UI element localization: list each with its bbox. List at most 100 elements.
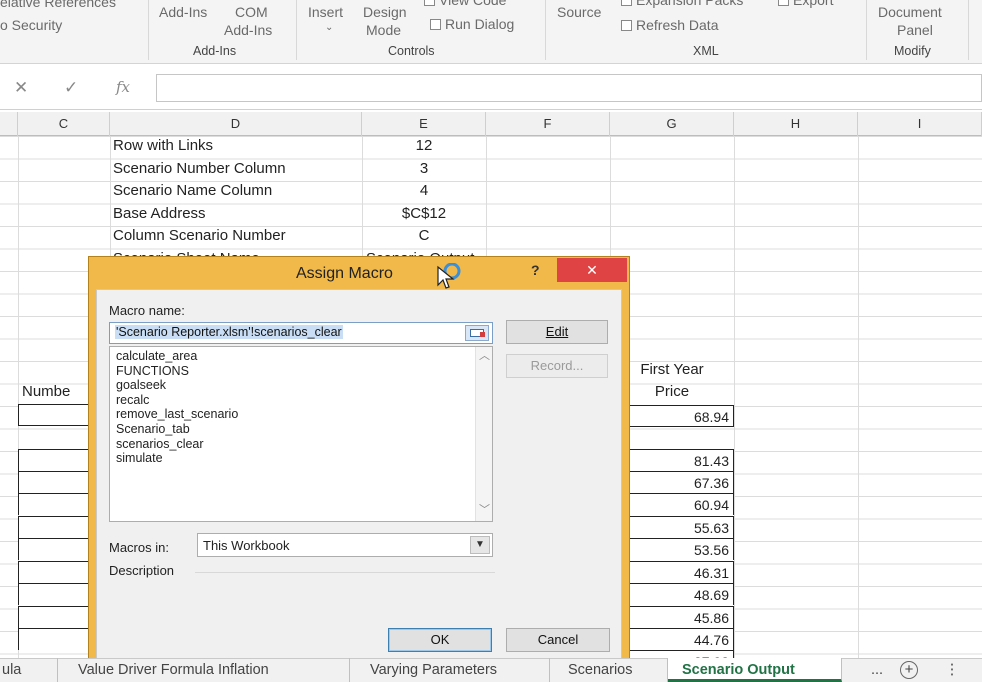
formula-input[interactable] <box>156 74 982 102</box>
expansion-packs-button[interactable]: Expansion Packs <box>621 0 743 8</box>
price-cell[interactable]: 45.86 <box>614 606 734 628</box>
macro-name-input[interactable]: 'Scenario Reporter.xlsm'!scenarios_clear <box>109 322 493 344</box>
column-header-h[interactable]: H <box>734 112 858 136</box>
macro-list-item[interactable]: goalseek <box>116 378 238 393</box>
help-icon[interactable]: ? <box>531 262 540 278</box>
assign-macro-dialog: Assign Macro ? ✕ Macro name: 'Scenario R… <box>88 256 630 668</box>
cancel-button[interactable]: Cancel <box>506 628 610 652</box>
ok-button[interactable]: OK <box>388 628 492 652</box>
dialog-title-bar[interactable]: Assign Macro ? ✕ <box>89 257 629 289</box>
macro-name-value: 'Scenario Reporter.xlsm'!scenarios_clear <box>115 325 343 339</box>
cell-label[interactable]: Row with Links <box>113 137 213 154</box>
xml-source-button[interactable]: Source <box>557 4 601 20</box>
macro-name-label: Macro name: <box>109 303 185 318</box>
mouse-cursor-icon <box>437 263 461 289</box>
price-cell[interactable]: 68.94 <box>614 405 734 427</box>
insert-control-button[interactable]: Insert <box>308 4 343 20</box>
collapse-dialog-icon[interactable] <box>465 325 489 341</box>
cell-value[interactable]: C <box>362 227 486 244</box>
confirm-entry-icon[interactable]: ✓ <box>64 78 78 98</box>
record-button[interactable]: Record... <box>506 354 608 378</box>
number-header-cell[interactable]: Numbe <box>22 383 70 400</box>
sheet-tab-active[interactable]: Scenario Output <box>668 658 842 682</box>
cancel-entry-icon[interactable]: ✕ <box>14 78 28 98</box>
cell-value[interactable]: 3 <box>362 160 486 177</box>
macro-list-item[interactable]: scenarios_clear <box>116 437 238 452</box>
cell-value[interactable]: 4 <box>362 182 486 199</box>
price-cell[interactable]: 67.36 <box>614 471 734 493</box>
edit-button[interactable]: Edit <box>506 320 608 344</box>
macro-list-item[interactable]: calculate_area <box>116 349 238 364</box>
more-sheets-button[interactable]: ... <box>858 658 896 682</box>
xml-export-button[interactable]: Export <box>778 0 833 8</box>
column-header-g[interactable]: G <box>610 112 734 136</box>
macro-security-button[interactable]: o Security <box>0 17 62 33</box>
cell-label[interactable]: Column Scenario Number <box>113 227 286 244</box>
close-button[interactable]: ✕ <box>557 258 627 282</box>
controls-group-label: Controls <box>388 44 435 58</box>
description-divider <box>195 572 495 573</box>
price-cell[interactable]: 44.76 <box>614 628 734 650</box>
cell-value[interactable]: 12 <box>362 137 486 154</box>
sheet-tab[interactable]: Scenarios <box>550 658 668 682</box>
column-header-f[interactable]: F <box>486 112 610 136</box>
document-panel-button[interactable]: Document <box>878 4 942 20</box>
scroll-up-icon[interactable]: ︿ <box>479 347 490 363</box>
scroll-down-icon[interactable]: ﹀ <box>479 501 490 517</box>
addins-button[interactable]: Add-Ins <box>159 4 207 20</box>
macro-list-item[interactable]: recalc <box>116 393 238 408</box>
price-cell[interactable]: 53.56 <box>614 538 734 560</box>
cell-label[interactable]: Scenario Name Column <box>113 182 272 199</box>
ribbon-separator <box>968 0 969 60</box>
run-dialog-button[interactable]: Run Dialog <box>430 16 514 32</box>
macro-list-item[interactable]: remove_last_scenario <box>116 407 238 422</box>
chevron-down-icon[interactable]: ▼ <box>470 536 490 554</box>
view-code-button[interactable]: View Code <box>424 0 506 8</box>
price-cell[interactable]: 55.63 <box>614 516 734 538</box>
refresh-data-button[interactable]: Refresh Data <box>621 17 718 33</box>
add-sheet-icon: + <box>900 661 918 679</box>
price-cell[interactable]: 37.03 <box>614 650 734 658</box>
column-header-e[interactable]: E <box>362 112 486 136</box>
macros-in-select[interactable]: This Workbook ▼ <box>197 533 493 557</box>
price-cell[interactable]: 60.94 <box>614 493 734 515</box>
column-header-c[interactable]: C <box>18 112 110 136</box>
dialog-body: Macro name: 'Scenario Reporter.xlsm'!sce… <box>96 289 622 661</box>
tab-menu-icon[interactable]: ⋮ <box>940 658 964 682</box>
view-code-icon <box>424 0 435 6</box>
column-header-d[interactable]: D <box>110 112 362 136</box>
cell-label[interactable]: Scenario Number Column <box>113 160 286 177</box>
xml-group-label: XML <box>693 44 719 58</box>
cell-label[interactable]: Base Address <box>113 205 206 222</box>
dialog-title: Assign Macro <box>296 265 393 282</box>
macro-list[interactable]: calculate_area FUNCTIONS goalseek recalc… <box>109 346 493 522</box>
chevron-down-icon: ⌄ <box>325 22 334 33</box>
relative-references-button[interactable]: elative References <box>0 0 116 10</box>
insert-function-icon[interactable]: fx <box>116 78 130 96</box>
design-mode-button[interactable]: Design <box>363 4 407 20</box>
add-sheet-button[interactable]: + <box>898 658 924 682</box>
ribbon-separator <box>296 0 297 60</box>
price-cell[interactable]: 81.43 <box>614 449 734 471</box>
sheet-tab[interactable]: Value Driver Formula Inflation <box>58 658 350 682</box>
ribbon-separator <box>866 0 867 60</box>
row-header-corner[interactable] <box>0 112 18 136</box>
com-addins-button[interactable]: COM <box>235 4 268 20</box>
macro-list-items: calculate_area FUNCTIONS goalseek recalc… <box>116 349 238 466</box>
macro-list-item[interactable]: simulate <box>116 451 238 466</box>
ribbon: elative References o Security Add-Ins CO… <box>0 0 982 64</box>
expansion-packs-icon <box>621 0 632 6</box>
macro-list-item[interactable]: FUNCTIONS <box>116 364 238 379</box>
cell-value[interactable]: $C$12 <box>362 205 486 222</box>
modify-group-label: Modify <box>894 44 931 58</box>
column-header-i[interactable]: I <box>858 112 982 136</box>
macro-list-item[interactable]: Scenario_tab <box>116 422 238 437</box>
run-dialog-icon <box>430 19 441 30</box>
sheet-tab[interactable]: ula <box>0 658 58 682</box>
price-cell[interactable]: 48.69 <box>614 583 734 605</box>
macro-list-scrollbar[interactable]: ︿ ﹀ <box>475 347 492 521</box>
design-mode-label: Mode <box>366 22 402 38</box>
price-cell[interactable]: 46.31 <box>614 561 734 583</box>
sheet-tab[interactable]: Varying Parameters <box>350 658 550 682</box>
grid-line <box>734 136 735 658</box>
